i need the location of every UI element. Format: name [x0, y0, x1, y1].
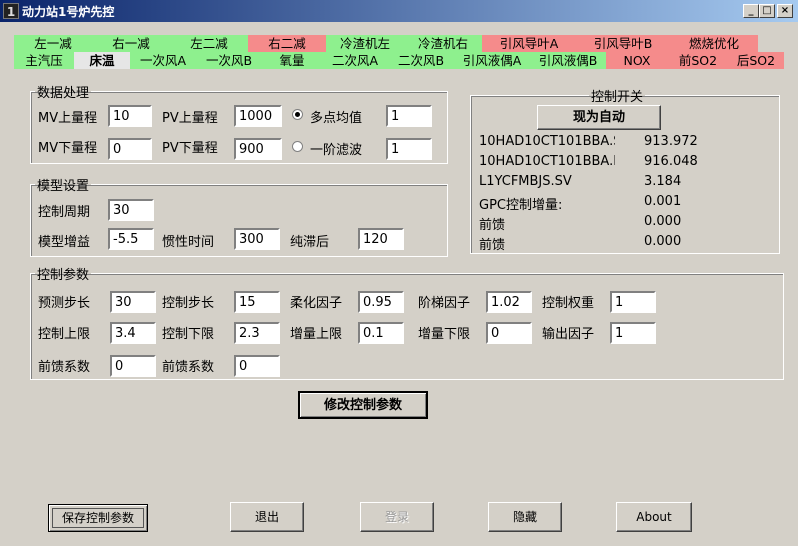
feedforward-coef-field-1[interactable]: 0 [110, 355, 156, 377]
pv-lower-field[interactable]: 900 [234, 138, 282, 160]
login-button[interactable]: 登录 [360, 502, 434, 532]
title-bar: 1 动力站1号炉先控 _ □ × [0, 0, 798, 22]
tab-secondary-air-a[interactable]: 二次风A [322, 52, 388, 69]
tab-oxygen[interactable]: 氧量 [262, 52, 322, 69]
pure-delay-label: 纯滞后 [290, 235, 330, 250]
mv-lower-field[interactable]: 0 [108, 138, 152, 160]
mv-upper-label: MV上量程 [38, 111, 98, 126]
inc-upper-label: 增量上限 [290, 327, 343, 342]
status-value-1: 913.972 [644, 134, 698, 149]
mv-lower-label: MV下量程 [38, 141, 98, 156]
status-name-1: 10HAD10CT101BBA.S [479, 134, 615, 149]
modify-params-button[interactable]: 修改控制参数 [298, 391, 428, 419]
pv-upper-field[interactable]: 1000 [234, 105, 282, 127]
tab-slag-left[interactable]: 冷渣机左 [326, 35, 404, 52]
pv-upper-label: PV上量程 [162, 111, 218, 126]
inc-lower-field[interactable]: 0 [486, 322, 532, 344]
radio-multi-point[interactable] [292, 109, 303, 120]
status-name-5: 前馈 [479, 218, 506, 233]
status-name-3: L1YCFMBJS.SV [479, 174, 572, 189]
model-gain-label: 模型增益 [38, 235, 91, 250]
pred-step-label: 预测步长 [38, 296, 91, 311]
feedforward-coef-label-1: 前馈系数 [38, 360, 91, 375]
radio-filter-label: 一阶滤波 [310, 143, 363, 158]
save-params-button[interactable]: 保存控制参数 [48, 504, 148, 532]
close-button[interactable]: × [777, 4, 793, 18]
status-name-4: GPC控制增量: [479, 198, 563, 213]
ctrl-step-field[interactable]: 15 [234, 291, 280, 313]
exit-button[interactable]: 退出 [230, 502, 304, 532]
tab-id-vane-a[interactable]: 引风导叶A [482, 35, 576, 52]
multi-point-field[interactable]: 1 [386, 105, 432, 127]
soft-factor-label: 柔化因子 [290, 296, 343, 311]
tab-nox[interactable]: NOX [606, 52, 668, 69]
status-name-6: 前馈 [479, 238, 506, 253]
mv-upper-field[interactable]: 10 [108, 105, 152, 127]
inc-upper-field[interactable]: 0.1 [358, 322, 404, 344]
tab-main-steam[interactable]: 主汽压 [14, 52, 74, 69]
tab-right-1[interactable]: 右一减 [92, 35, 170, 52]
tab-left-1[interactable]: 左一减 [14, 35, 92, 52]
pv-lower-label: PV下量程 [162, 141, 218, 156]
tab-id-coupling-a[interactable]: 引风液偶A [454, 52, 530, 69]
stair-factor-field[interactable]: 1.02 [486, 291, 532, 313]
tab-rear-so2[interactable]: 后SO2 [728, 52, 784, 69]
auto-mode-button[interactable]: 现为自动 [537, 105, 661, 130]
status-value-5: 0.000 [644, 214, 682, 229]
inertia-time-label: 惯性时间 [162, 235, 215, 250]
about-button[interactable]: About [616, 502, 692, 532]
window-title: 动力站1号炉先控 [22, 5, 115, 19]
pure-delay-field[interactable]: 120 [358, 228, 404, 250]
feedforward-coef-field-2[interactable]: 0 [234, 355, 280, 377]
status-value-3: 3.184 [644, 174, 682, 189]
control-weight-field[interactable]: 1 [610, 291, 656, 313]
control-weight-label: 控制权重 [542, 296, 595, 311]
model-settings-legend: 模型设置 [37, 179, 90, 194]
tab-id-coupling-b[interactable]: 引风液偶B [530, 52, 606, 69]
tab-primary-air-b[interactable]: 一次风B [196, 52, 262, 69]
maximize-button[interactable]: □ [759, 4, 775, 18]
control-period-field[interactable]: 30 [108, 199, 154, 221]
inc-lower-label: 增量下限 [418, 327, 471, 342]
radio-first-order-filter[interactable] [292, 141, 303, 152]
status-value-6: 0.000 [644, 234, 682, 249]
status-value-4: 0.001 [644, 194, 682, 209]
control-lower-label: 控制下限 [162, 327, 215, 342]
tab-id-vane-b[interactable]: 引风导叶B [576, 35, 670, 52]
tab-bed-temp[interactable]: 床温 [74, 52, 130, 69]
tab-slag-right[interactable]: 冷渣机右 [404, 35, 482, 52]
output-factor-label: 输出因子 [542, 327, 595, 342]
app-icon: 1 [3, 3, 19, 19]
tab-front-so2[interactable]: 前SO2 [668, 52, 728, 69]
filter-field[interactable]: 1 [386, 138, 432, 160]
soft-factor-field[interactable]: 0.95 [358, 291, 404, 313]
tab-row-2: 主汽压 床温 一次风A 一次风B 氧量 二次风A 二次风B 引风液偶A 引风液偶… [14, 52, 784, 69]
control-period-label: 控制周期 [38, 205, 91, 220]
hide-button[interactable]: 隐藏 [488, 502, 562, 532]
tab-left-2[interactable]: 左二减 [170, 35, 248, 52]
control-lower-field[interactable]: 2.3 [234, 322, 280, 344]
control-upper-label: 控制上限 [38, 327, 91, 342]
minimize-button[interactable]: _ [743, 4, 759, 18]
inertia-time-field[interactable]: 300 [234, 228, 280, 250]
data-processing-legend: 数据处理 [37, 86, 90, 101]
pred-step-field[interactable]: 30 [110, 291, 156, 313]
tab-primary-air-a[interactable]: 一次风A [130, 52, 196, 69]
control-switch-legend: 控制开关 [591, 90, 644, 105]
tab-secondary-air-b[interactable]: 二次风B [388, 52, 454, 69]
stair-factor-label: 阶梯因子 [418, 296, 471, 311]
output-factor-field[interactable]: 1 [610, 322, 656, 344]
status-name-2: 10HAD10CT101BBA.I [479, 154, 615, 169]
tab-row-1: 左一减 右一减 左二减 右二减 冷渣机左 冷渣机右 引风导叶A 引风导叶B 燃烧… [14, 35, 758, 52]
control-upper-field[interactable]: 3.4 [110, 322, 156, 344]
feedforward-coef-label-2: 前馈系数 [162, 360, 215, 375]
ctrl-step-label: 控制步长 [162, 296, 215, 311]
control-params-legend: 控制参数 [37, 268, 90, 283]
status-value-2: 916.048 [644, 154, 698, 169]
tab-combustion-opt[interactable]: 燃烧优化 [670, 35, 758, 52]
tab-right-2[interactable]: 右二减 [248, 35, 326, 52]
model-gain-field[interactable]: -5.5 [108, 228, 154, 250]
radio-multi-point-label: 多点均值 [310, 111, 363, 126]
